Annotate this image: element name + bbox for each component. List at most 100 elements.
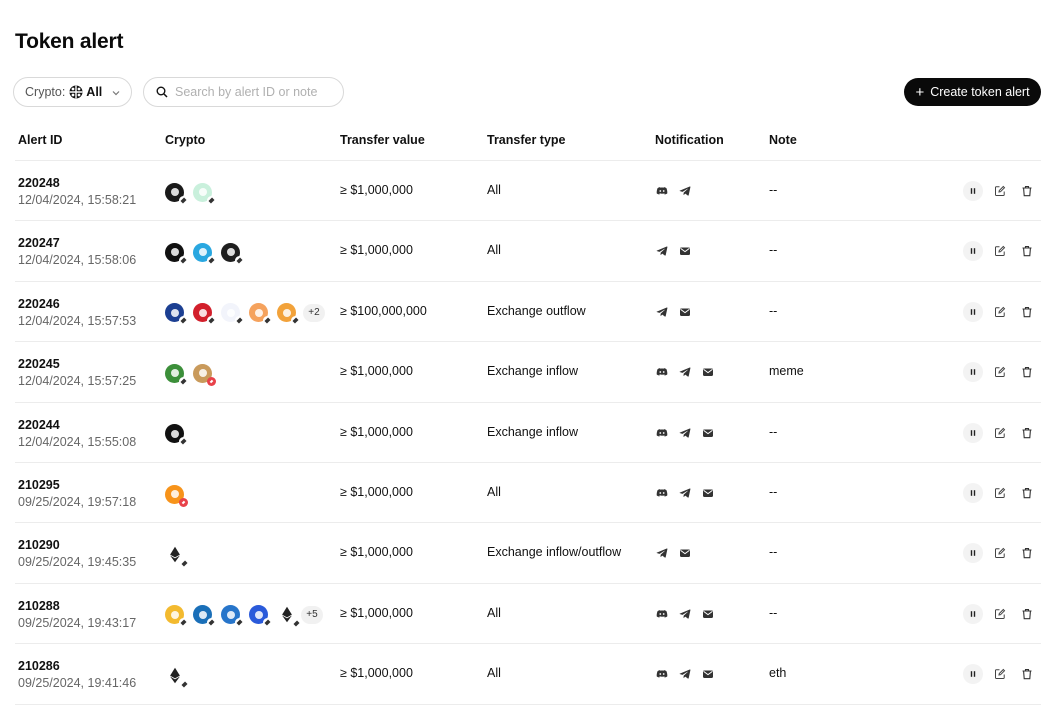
edit-button[interactable] — [990, 604, 1010, 624]
search-box[interactable] — [143, 77, 344, 107]
alert-id: 220244 — [18, 417, 60, 432]
search-icon — [156, 86, 168, 98]
row-actions — [963, 543, 1044, 564]
row-actions — [963, 603, 1044, 624]
table-row[interactable]: 220244 12/04/2024, 15:55:08 ≥ $1,000,000 Ex… — [0, 403, 1056, 463]
delete-icon — [1022, 367, 1032, 378]
telegram-icon — [656, 306, 668, 318]
table-row[interactable]: 220246 12/04/2024, 15:57:53 +2 ≥ $100,000,0… — [0, 282, 1056, 342]
edit-button[interactable] — [990, 483, 1010, 503]
notification-channels — [656, 487, 725, 499]
pause-button[interactable] — [963, 241, 983, 262]
edit-icon — [995, 548, 1006, 559]
page-title: Token alert — [15, 30, 124, 53]
table-row[interactable]: 210288 09/25/2024, 19:43:17 +5 ≥ $1,000,000… — [0, 584, 1056, 644]
crypto-list — [165, 483, 193, 507]
delete-button[interactable] — [1017, 362, 1037, 382]
delete-button[interactable] — [1017, 181, 1037, 201]
edit-icon — [995, 306, 1006, 317]
table-row[interactable]: 220245 12/04/2024, 15:57:25 ≥ $1,000,000 Ex… — [0, 342, 1056, 402]
transfer-value: ≥ $100,000,000 — [340, 303, 427, 318]
coin-doge-hat-icon — [193, 363, 216, 386]
table-row[interactable]: 210286 09/25/2024, 19:41:46 ≥ $1,000,000 Al… — [0, 644, 1056, 704]
edit-button[interactable] — [990, 423, 1010, 443]
row-actions — [963, 664, 1044, 685]
transfer-type: All — [487, 605, 501, 620]
alert-note: -- — [769, 243, 778, 258]
transfer-value: ≥ $1,000,000 — [340, 605, 413, 620]
table-row[interactable]: 220248 12/04/2024, 15:58:21 ≥ $1,000,000 Al… — [0, 161, 1056, 221]
edit-button[interactable] — [990, 362, 1010, 382]
transfer-value: ≥ $1,000,000 — [340, 545, 413, 560]
eth-icon — [280, 605, 300, 627]
eth-icon — [168, 545, 188, 567]
pause-button[interactable] — [963, 362, 983, 383]
pause-icon — [970, 490, 976, 496]
crypto-filter-dropdown[interactable]: Crypto: All — [13, 77, 132, 107]
create-token-alert-label: Create token alert — [930, 85, 1030, 99]
email-icon — [679, 245, 691, 257]
delete-button[interactable] — [1017, 483, 1037, 503]
alert-id: 220248 — [18, 176, 60, 190]
edit-icon — [995, 487, 1006, 498]
create-token-alert-button[interactable]: + Create token alert — [904, 78, 1041, 106]
alert-id: 220246 — [18, 296, 60, 311]
transfer-value: ≥ $1,000,000 — [340, 485, 413, 499]
pause-icon — [970, 610, 976, 617]
crypto-list — [165, 423, 193, 447]
search-input[interactable] — [175, 85, 335, 99]
delete-button[interactable] — [1017, 604, 1037, 624]
alert-note: -- — [769, 605, 778, 620]
delete-icon — [1022, 488, 1032, 499]
email-icon — [679, 306, 691, 318]
pause-button[interactable] — [963, 543, 983, 564]
edit-button[interactable] — [990, 241, 1010, 261]
pause-icon — [970, 429, 976, 436]
table-row[interactable]: 210295 09/25/2024, 19:57:18 ≥ $1,000,000 Al… — [0, 463, 1056, 523]
chevron-down-icon — [111, 87, 121, 97]
delete-button[interactable] — [1017, 423, 1037, 443]
coin-bnb-icon — [165, 605, 188, 628]
more-tokens-badge: +5 — [301, 605, 323, 624]
pause-button[interactable] — [963, 301, 983, 322]
globe-icon — [69, 85, 83, 99]
pause-button[interactable] — [963, 664, 983, 685]
row-actions — [963, 301, 1044, 322]
alert-timestamp: 12/04/2024, 15:55:08 — [18, 434, 137, 449]
pause-button[interactable] — [963, 422, 983, 443]
delete-button[interactable] — [1017, 302, 1037, 322]
notification-channels — [656, 366, 725, 378]
table-row[interactable]: 210290 09/25/2024, 19:45:35 ≥ $1,000,000 Ex… — [0, 523, 1056, 583]
coin-orange-icon — [249, 303, 272, 326]
edit-button[interactable] — [990, 181, 1010, 201]
delete-button[interactable] — [1017, 664, 1037, 684]
crypto-list — [165, 362, 221, 386]
pause-button[interactable] — [963, 483, 983, 503]
delete-icon — [1022, 427, 1032, 438]
transfer-type: All — [487, 243, 501, 258]
edit-button[interactable] — [990, 302, 1010, 322]
delete-icon — [1022, 548, 1032, 559]
plus-icon: + — [915, 83, 925, 101]
coin-usdc-icon — [221, 605, 244, 628]
pause-icon — [970, 188, 976, 194]
edit-button[interactable] — [990, 543, 1010, 563]
delete-icon — [1022, 669, 1032, 680]
coin-okb-icon — [165, 424, 188, 447]
divider — [15, 703, 1041, 705]
table-row[interactable]: 220247 12/04/2024, 15:58:06 ≥ $1,000,000 Al… — [0, 221, 1056, 281]
alert-note: eth — [769, 666, 787, 681]
delete-button[interactable] — [1017, 543, 1037, 563]
crypto-filter-value: All — [86, 85, 103, 99]
col-transfer-value: Transfer value — [340, 133, 425, 147]
discord-icon — [656, 487, 668, 499]
coin-hex-icon — [165, 303, 188, 326]
pause-icon — [970, 671, 976, 677]
notification-channels — [656, 245, 702, 257]
edit-button[interactable] — [990, 664, 1010, 684]
transfer-type: Exchange outflow — [487, 303, 586, 318]
delete-button[interactable] — [1017, 241, 1037, 261]
pause-button[interactable] — [963, 181, 983, 201]
pause-button[interactable] — [963, 603, 983, 624]
crypto-filter-label: Crypto: — [25, 85, 66, 99]
